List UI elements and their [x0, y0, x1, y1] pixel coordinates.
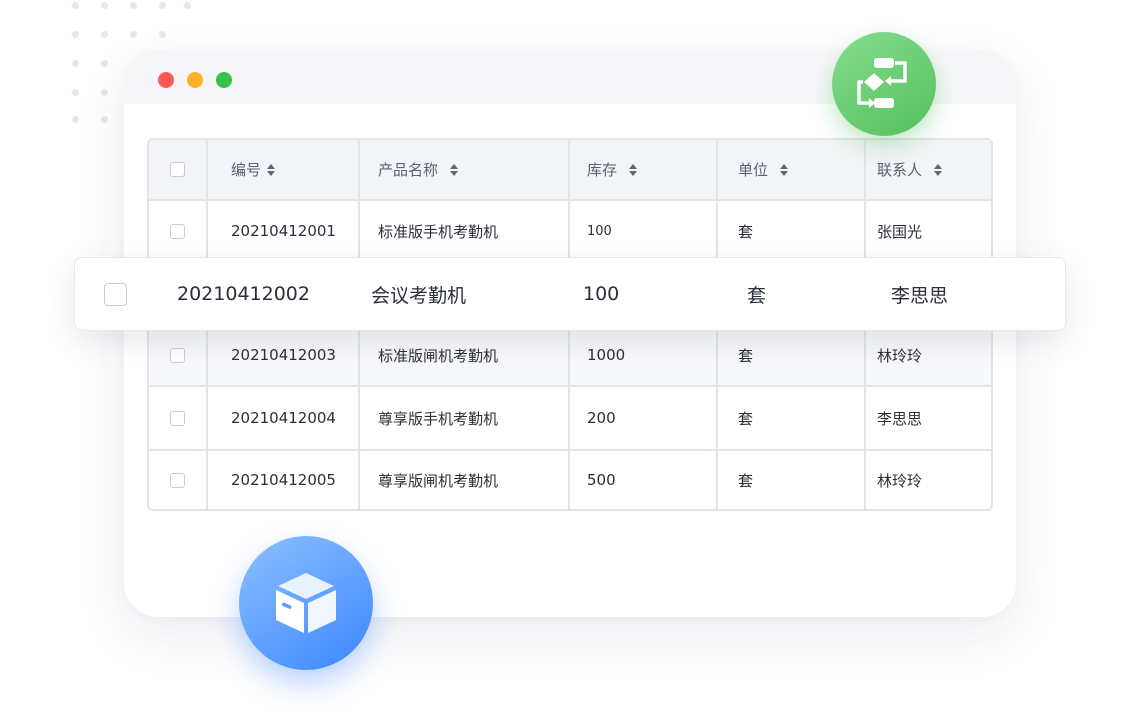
cell-unit: 套: [738, 471, 754, 490]
cell-contact: 李思思: [877, 409, 923, 428]
flowchart-icon: [857, 58, 907, 108]
cell-stock: 100: [587, 223, 612, 239]
sort-icon[interactable]: [934, 163, 943, 177]
cell-unit: 套: [738, 222, 754, 241]
row-select-cell: [149, 325, 206, 385]
select-all-checkbox[interactable]: [170, 162, 185, 177]
cell-product-name: 标准版闸机考勤机: [378, 346, 499, 365]
cell-id: 20210412004: [231, 409, 336, 427]
cell-unit: 套: [738, 346, 754, 365]
sort-icon[interactable]: [450, 163, 459, 177]
cell-product-name: 标准版手机考勤机: [378, 222, 499, 241]
row-checkbox[interactable]: [170, 347, 185, 363]
cell-product-name: 会议考勤机: [371, 284, 467, 307]
row-select-cell: [149, 201, 206, 261]
cell-id: 20210412005: [231, 471, 336, 489]
cell-stock: 1000: [587, 346, 626, 364]
cell-unit: 套: [738, 409, 754, 428]
row-checkbox[interactable]: [104, 282, 127, 306]
row-checkbox[interactable]: [170, 223, 185, 239]
cell-product-name: 尊享版闸机考勤机: [378, 471, 499, 490]
row-checkbox[interactable]: [170, 472, 185, 488]
select-all-cell: [149, 140, 206, 199]
column-header-unit[interactable]: 单位: [738, 140, 789, 199]
column-header-label: 单位: [738, 161, 769, 179]
sort-icon[interactable]: [267, 163, 276, 177]
flowchart-badge: [832, 32, 936, 136]
cell-stock: 100: [583, 283, 620, 305]
cell-contact: 李思思: [891, 284, 949, 307]
column-header-label: 联系人: [877, 161, 923, 179]
column-header-label: 产品名称: [378, 161, 439, 179]
cell-stock: 500: [587, 471, 616, 489]
cell-id: 20210412003: [231, 346, 336, 364]
table-row-hovered[interactable]: 20210412002 会议考勤机 100 套 李思思: [74, 257, 1066, 331]
cell-unit: 套: [747, 284, 767, 307]
package-badge: [239, 536, 373, 670]
column-header-label: 编号: [231, 161, 262, 179]
row-select-cell: [149, 451, 206, 509]
sort-icon[interactable]: [780, 163, 789, 177]
package-box-icon: [276, 573, 336, 633]
cell-id: 20210412002: [177, 283, 310, 305]
column-header-contact[interactable]: 联系人: [877, 140, 943, 199]
close-window-button[interactable]: [158, 72, 174, 88]
column-header-id[interactable]: 编号: [231, 140, 276, 199]
cell-stock: 200: [587, 409, 616, 427]
column-header-stock[interactable]: 库存: [587, 140, 638, 199]
cell-contact: 林玲玲: [877, 346, 923, 365]
column-header-product-name[interactable]: 产品名称: [378, 140, 459, 199]
minimize-window-button[interactable]: [187, 72, 203, 88]
column-header-label: 库存: [587, 161, 618, 179]
cell-product-name: 尊享版手机考勤机: [378, 409, 499, 428]
row-select-cell: [104, 258, 127, 330]
cell-id: 20210412001: [231, 222, 336, 240]
cell-contact: 张国光: [877, 222, 923, 241]
sort-icon[interactable]: [629, 163, 638, 177]
maximize-window-button[interactable]: [216, 72, 232, 88]
cell-contact: 林玲玲: [877, 471, 923, 490]
row-checkbox[interactable]: [170, 410, 185, 426]
row-select-cell: [149, 387, 206, 449]
